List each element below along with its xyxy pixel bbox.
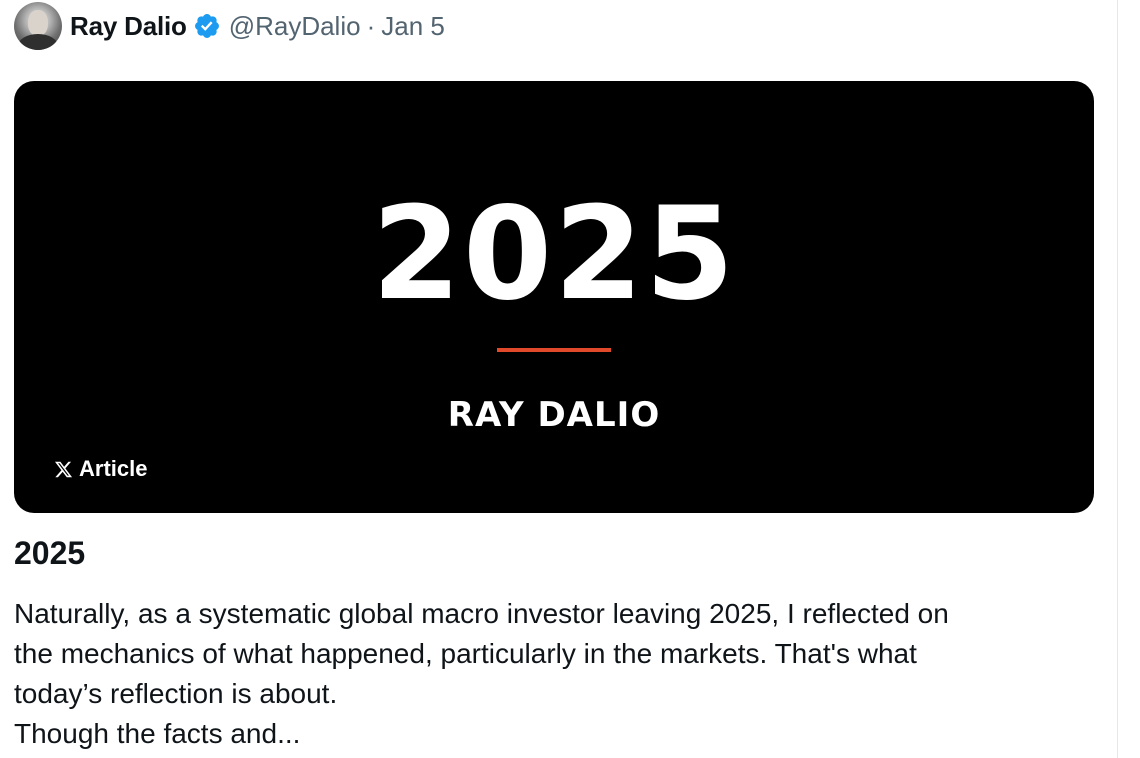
- card-author: RAY DALIO: [447, 395, 661, 435]
- post-date[interactable]: Jan 5: [381, 11, 445, 42]
- article-preview-line: today’s reflection is about.: [14, 678, 338, 709]
- article-preview[interactable]: Naturally, as a systematic global macro …: [14, 594, 1094, 754]
- x-logo-icon: [54, 461, 73, 477]
- article-card[interactable]: 2025 RAY DALIO Article: [14, 81, 1094, 513]
- card-accent-rule: [497, 348, 611, 352]
- article-badge: Article: [54, 456, 147, 482]
- avatar[interactable]: [14, 2, 62, 50]
- avatar-face: [28, 10, 48, 36]
- column-divider: [1117, 0, 1118, 758]
- separator-dot: ·: [366, 10, 376, 41]
- card-headline: 2025: [371, 180, 737, 329]
- verified-badge-icon[interactable]: [193, 12, 221, 40]
- avatar-shoulders: [18, 34, 58, 50]
- article-title[interactable]: 2025: [14, 535, 85, 572]
- article-preview-line: the mechanics of what happened, particul…: [14, 638, 917, 669]
- article-preview-line: Though the facts and...: [14, 718, 301, 749]
- tweet-header: Ray Dalio @RayDalio · Jan 5: [14, 0, 445, 52]
- article-preview-line: Naturally, as a systematic global macro …: [14, 598, 949, 629]
- user-handle[interactable]: @RayDalio: [229, 11, 361, 42]
- article-badge-label: Article: [79, 456, 148, 481]
- display-name[interactable]: Ray Dalio: [70, 11, 187, 42]
